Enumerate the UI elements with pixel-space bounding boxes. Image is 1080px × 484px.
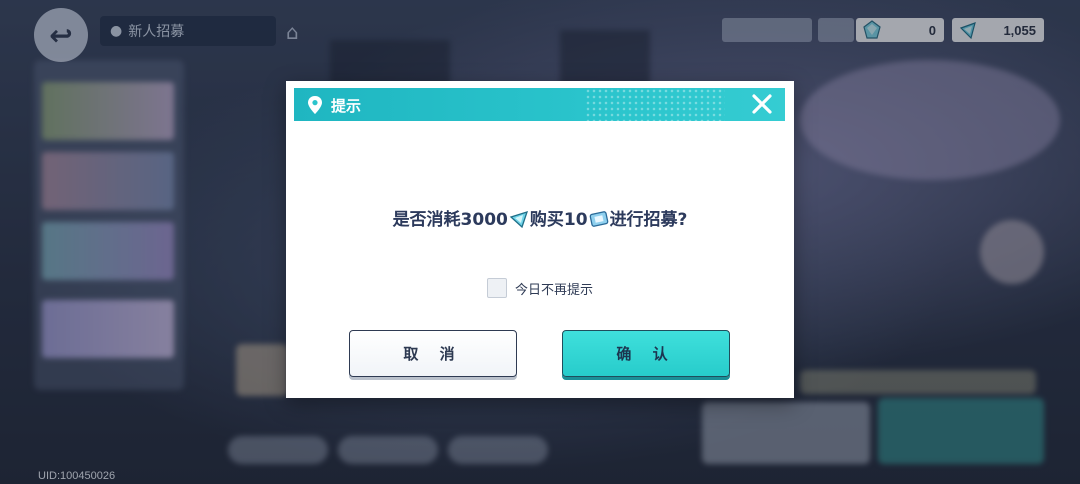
dont-remind-today-option[interactable]: 今日不再提示 — [487, 278, 593, 298]
location-pin-icon — [308, 96, 322, 114]
dont-remind-label: 今日不再提示 — [515, 282, 594, 298]
dialog-message: 是否消耗3000 购买10 进行招募? — [286, 205, 794, 230]
dialog-title: 提示 — [331, 97, 362, 115]
dialog-header: 提示 — [294, 88, 785, 121]
close-icon[interactable] — [751, 93, 773, 115]
cancel-button[interactable]: 取 消 — [349, 330, 517, 377]
diamond-icon — [509, 211, 528, 228]
ticket-icon — [589, 211, 608, 227]
message-buy-text: 购买10 — [529, 210, 588, 230]
message-recruit-text: 进行招募? — [609, 210, 688, 230]
dont-remind-checkbox[interactable] — [487, 278, 507, 298]
message-cost-text: 是否消耗3000 — [392, 210, 508, 230]
confirm-dialog: 提示 是否消耗3000 购买10 进行招募? 今日不再提示 取 消 确 认 — [286, 81, 794, 398]
confirm-button[interactable]: 确 认 — [562, 330, 730, 377]
